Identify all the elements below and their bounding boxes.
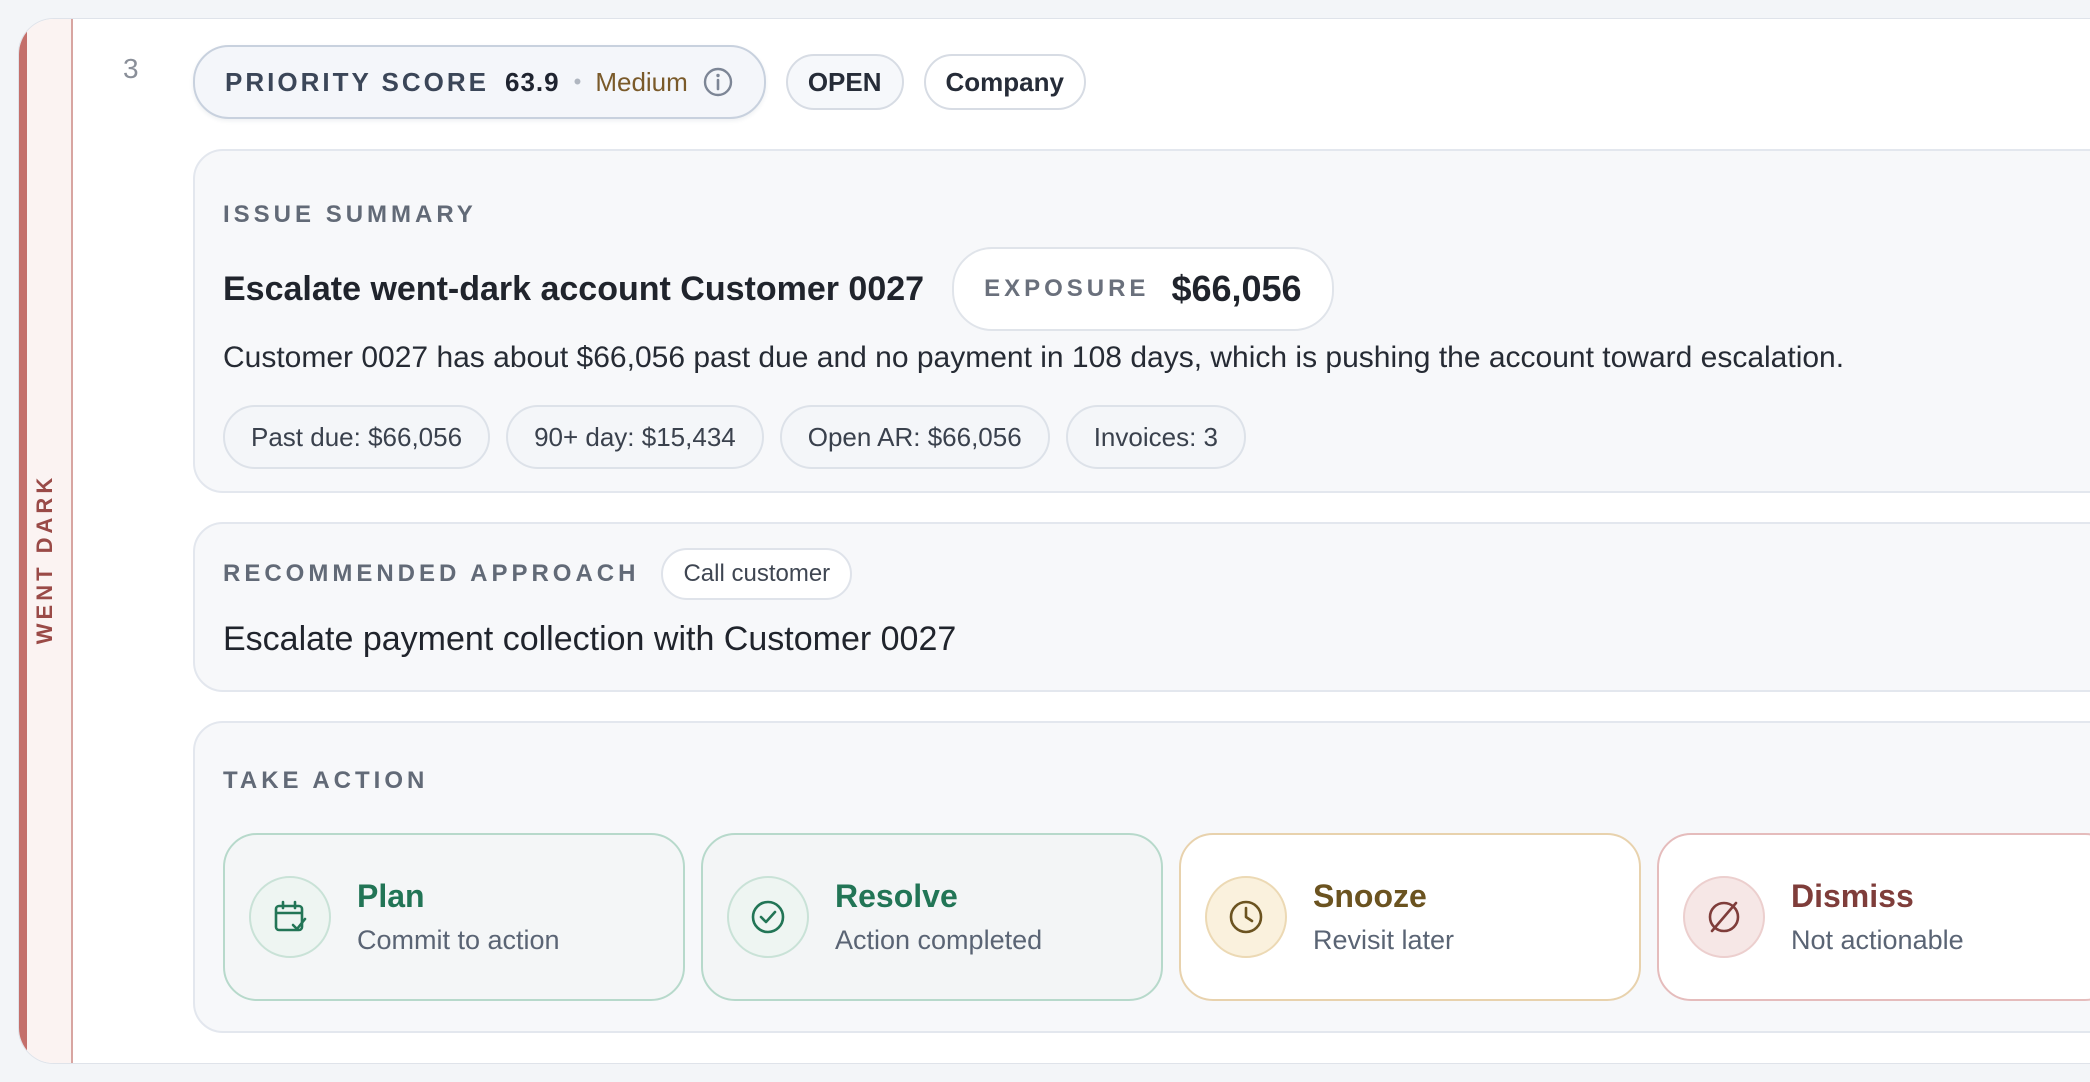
- exposure-value: $66,056: [1171, 268, 1302, 309]
- priority-score-value: 63.9: [505, 66, 560, 97]
- recommended-approach-heading: RECOMMENDED APPROACH: [223, 560, 640, 587]
- calendar-check-icon: [249, 876, 331, 958]
- open-ar-chip: Open AR: $66,056: [779, 405, 1050, 469]
- category-rail: WENT DARK: [19, 19, 73, 1063]
- issue-summary-heading: ISSUE SUMMARY: [223, 201, 477, 228]
- priority-score-label: PRIORITY SCORE: [225, 66, 490, 97]
- check-circle-icon: [727, 876, 809, 958]
- clock-icon: [1205, 876, 1287, 958]
- exposure-badge: EXPOSURE $66,056: [952, 247, 1334, 331]
- status-badge: OPEN: [785, 54, 904, 110]
- resolve-subtitle: Action completed: [835, 925, 1043, 955]
- take-action-panel: TAKE ACTION Plan Commit to action Resolv…: [193, 721, 2090, 1033]
- resolve-button[interactable]: Resolve Action completed: [701, 833, 1163, 1001]
- plan-title: Plan: [357, 878, 425, 914]
- separator-dot: •: [573, 69, 582, 94]
- snooze-subtitle: Revisit later: [1313, 925, 1455, 955]
- rank-number: 3: [123, 53, 139, 84]
- entity-type-badge: Company: [923, 54, 1086, 110]
- category-label: WENT DARK: [32, 473, 57, 645]
- priority-level: Medium: [595, 66, 688, 97]
- take-action-heading: TAKE ACTION: [223, 767, 429, 794]
- metric-chips: Past due: $66,056 90+ day: $15,434 Open …: [223, 405, 1246, 469]
- priority-score-pill[interactable]: PRIORITY SCORE 63.9 • Medium: [193, 45, 766, 119]
- slash-circle-icon: [1683, 876, 1765, 958]
- snooze-button[interactable]: Snooze Revisit later: [1179, 833, 1641, 1001]
- exposure-label: EXPOSURE: [984, 275, 1150, 302]
- snooze-title: Snooze: [1313, 878, 1427, 914]
- dismiss-button[interactable]: Dismiss Not actionable: [1657, 833, 2090, 1001]
- info-icon[interactable]: [702, 66, 734, 98]
- ninety-plus-day-chip: 90+ day: $15,434: [506, 405, 764, 469]
- resolve-title: Resolve: [835, 878, 958, 914]
- recommended-approach-header: RECOMMENDED APPROACH Call customer: [223, 548, 853, 600]
- issue-summary-panel: ISSUE SUMMARY Escalate went-dark account…: [193, 149, 2090, 493]
- dismiss-subtitle: Not actionable: [1791, 925, 1964, 955]
- header-row: PRIORITY SCORE 63.9 • Medium OPEN Compan…: [193, 45, 1086, 119]
- plan-button[interactable]: Plan Commit to action: [223, 833, 685, 1001]
- action-buttons: Plan Commit to action Resolve Action com…: [223, 833, 2090, 1001]
- issue-card: WENT DARK 3 PRIORITY SCORE 63.9 • Medium…: [18, 18, 2090, 1064]
- past-due-chip: Past due: $66,056: [223, 405, 491, 469]
- dismiss-title: Dismiss: [1791, 878, 1914, 914]
- issue-title: Escalate went-dark account Customer 0027: [223, 269, 925, 308]
- issue-description: Customer 0027 has about $66,056 past due…: [223, 341, 1845, 374]
- recommended-approach-text: Escalate payment collection with Custome…: [223, 620, 957, 658]
- plan-subtitle: Commit to action: [357, 925, 560, 955]
- invoices-chip: Invoices: 3: [1065, 405, 1246, 469]
- recommended-approach-panel: RECOMMENDED APPROACH Call customer Escal…: [193, 522, 2090, 692]
- approach-method-chip: Call customer: [661, 548, 853, 600]
- issue-title-row: Escalate went-dark account Customer 0027…: [223, 247, 1334, 331]
